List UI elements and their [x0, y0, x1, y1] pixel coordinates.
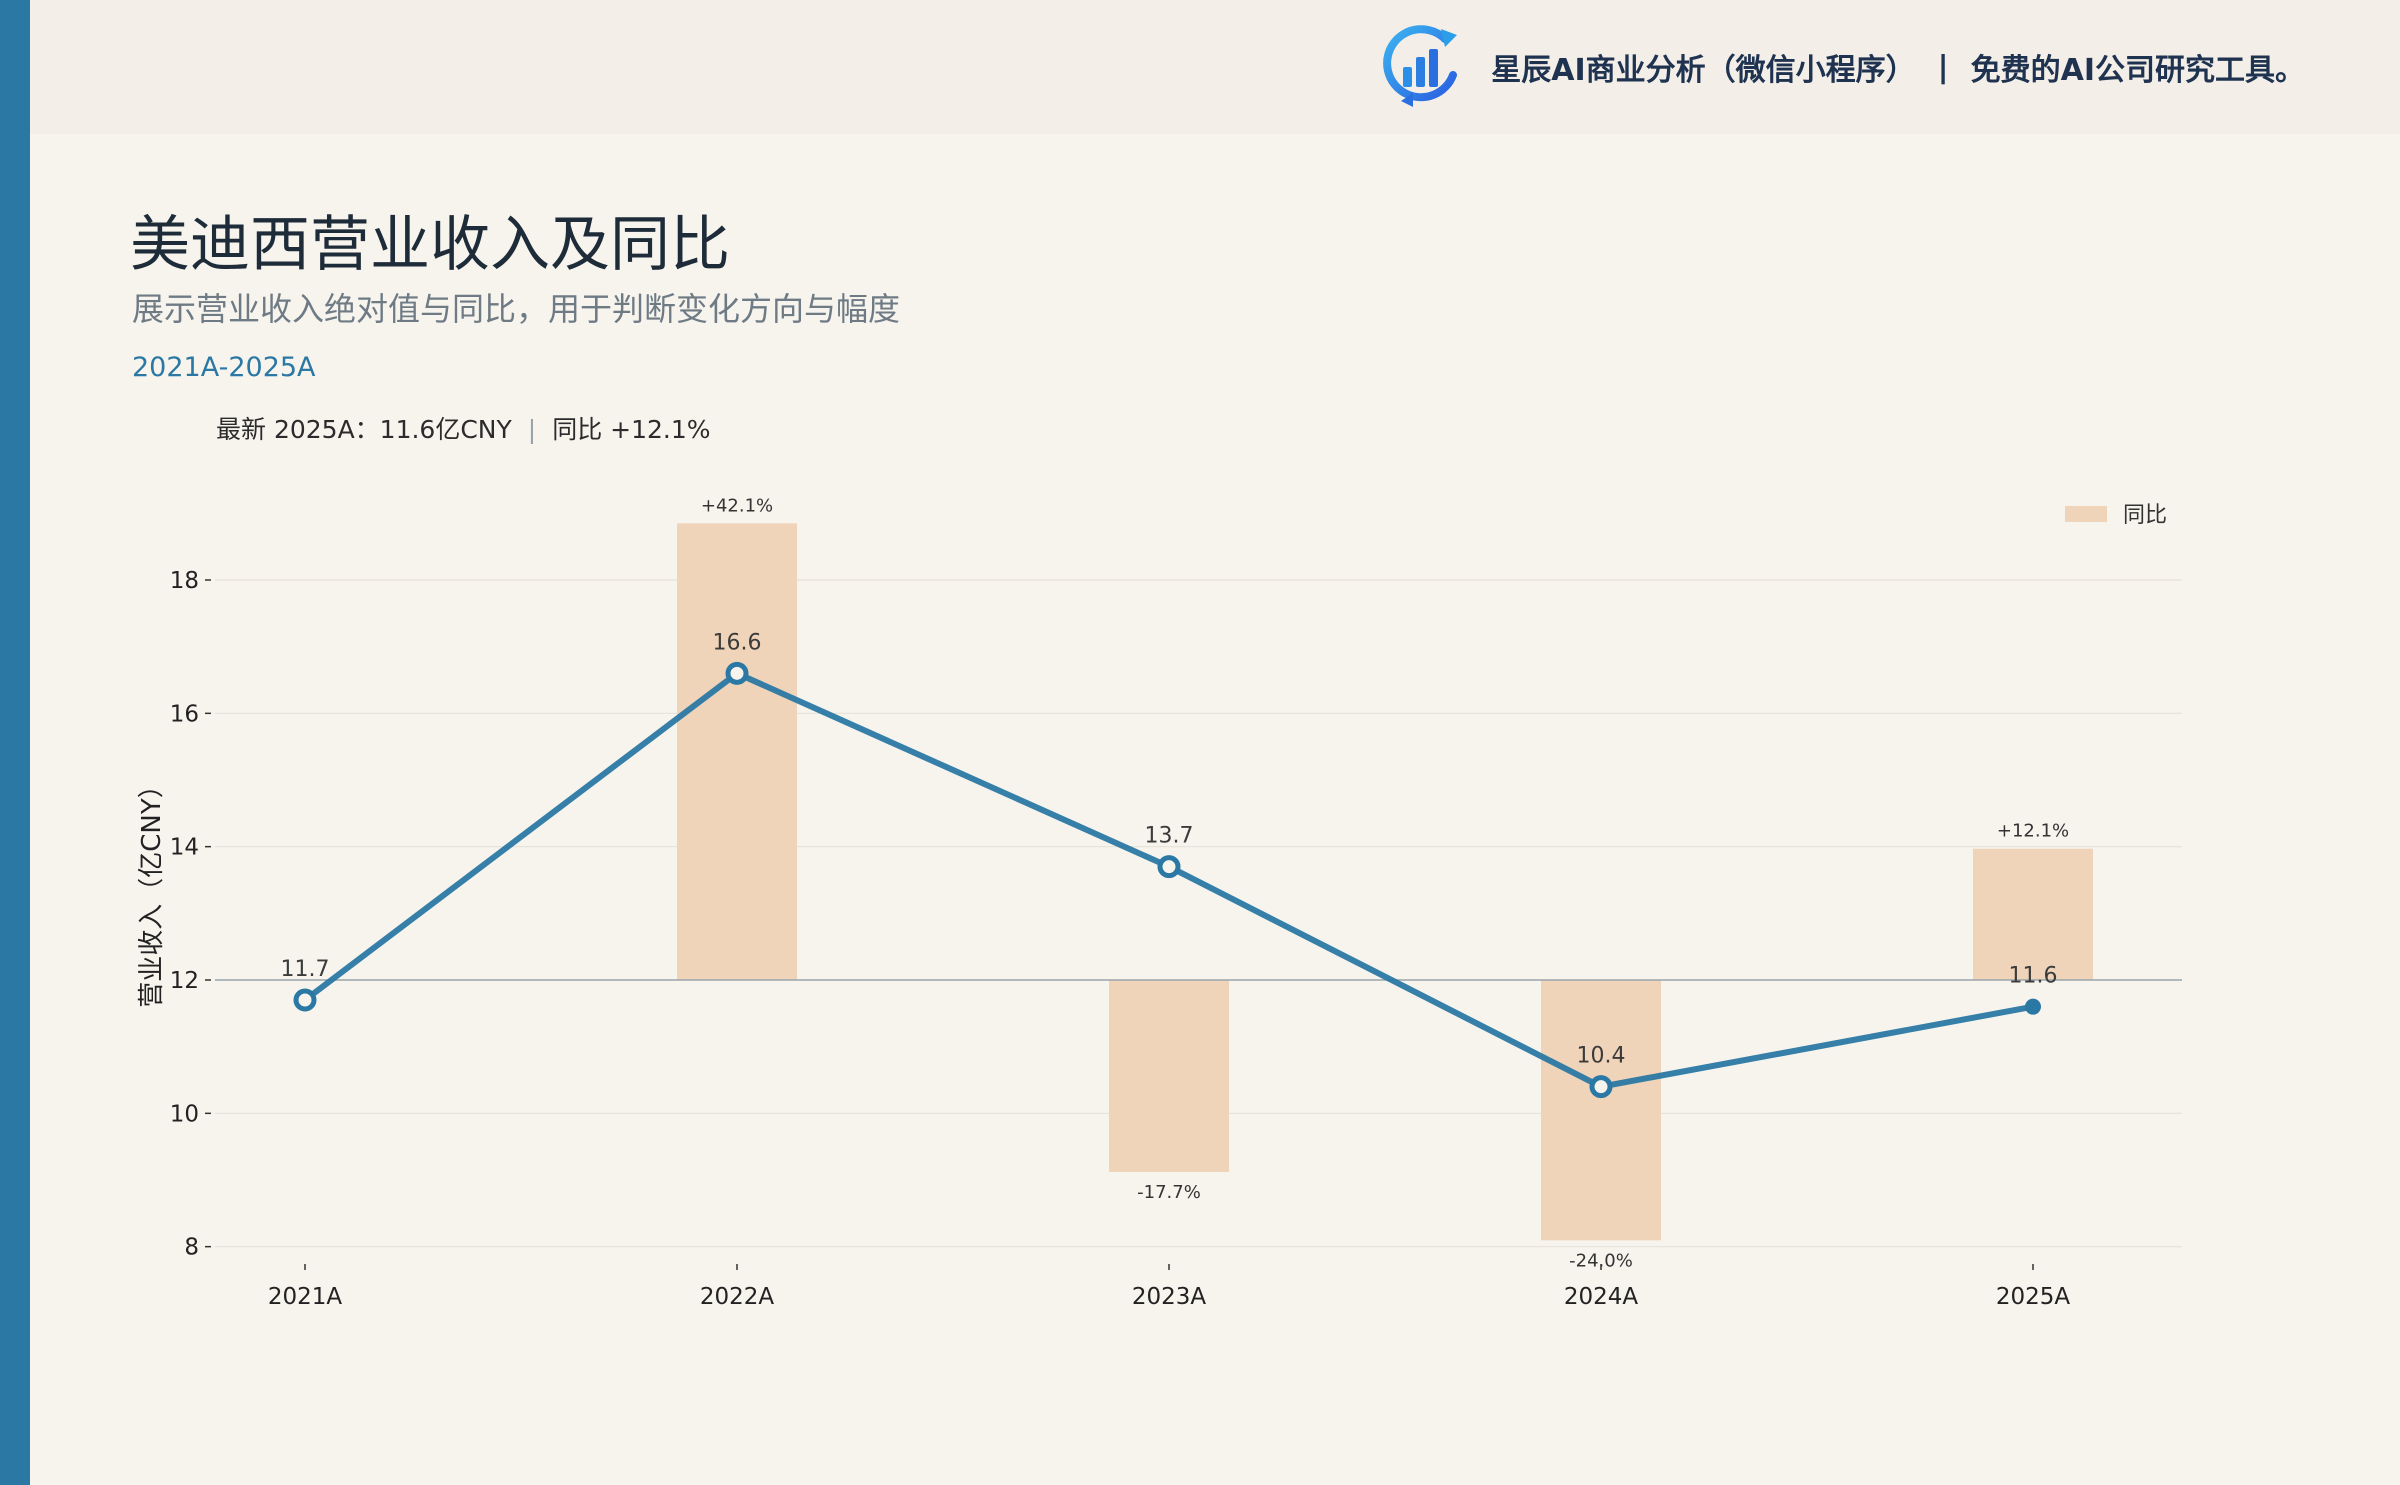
y-axis-label: 营业收入（亿CNY）	[137, 772, 167, 1008]
y-tick-label: 8	[184, 1235, 199, 1261]
y-tick-label: 12	[170, 968, 199, 994]
x-tick-label: 2021A	[268, 1284, 343, 1310]
y-tick-label: 14	[170, 835, 199, 861]
legend-swatch-yoy	[2065, 506, 2107, 522]
revenue-value-label: 13.7	[1145, 824, 1194, 849]
y-tick-label: 10	[170, 1101, 199, 1127]
revenue-value-label: 11.6	[2009, 964, 2058, 989]
yoy-bar	[1973, 848, 2093, 980]
revenue-chart: 81012141618营业收入（亿CNY）+42.1%-17.7%-24.0%+…	[137, 495, 2182, 1310]
y-tick-label: 18	[170, 568, 199, 594]
revenue-value-label: 11.7	[281, 957, 330, 982]
x-tick-label: 2022A	[700, 1284, 775, 1310]
revenue-point	[1157, 855, 1181, 879]
revenue-value-label: 10.4	[1577, 1044, 1626, 1069]
revenue-point	[1589, 1075, 1613, 1099]
yoy-bar	[677, 523, 797, 980]
x-tick-label: 2025A	[1996, 1284, 2071, 1310]
y-tick-label: 16	[170, 701, 199, 727]
yoy-bar	[1109, 980, 1229, 1172]
legend-label-yoy: 同比	[2123, 503, 2167, 528]
revenue-value-label: 16.6	[713, 630, 762, 655]
revenue-point-latest	[2025, 998, 2041, 1015]
yoy-bar-label: +42.1%	[701, 495, 773, 516]
yoy-bar-label: +12.1%	[1997, 821, 2069, 842]
revenue-point	[293, 988, 317, 1012]
revenue-point	[725, 661, 749, 685]
x-tick-label: 2023A	[1132, 1284, 1207, 1310]
yoy-bar	[1541, 980, 1661, 1241]
x-tick-label: 2024A	[1564, 1284, 1639, 1310]
yoy-bar-label: -17.7%	[1137, 1182, 1201, 1203]
